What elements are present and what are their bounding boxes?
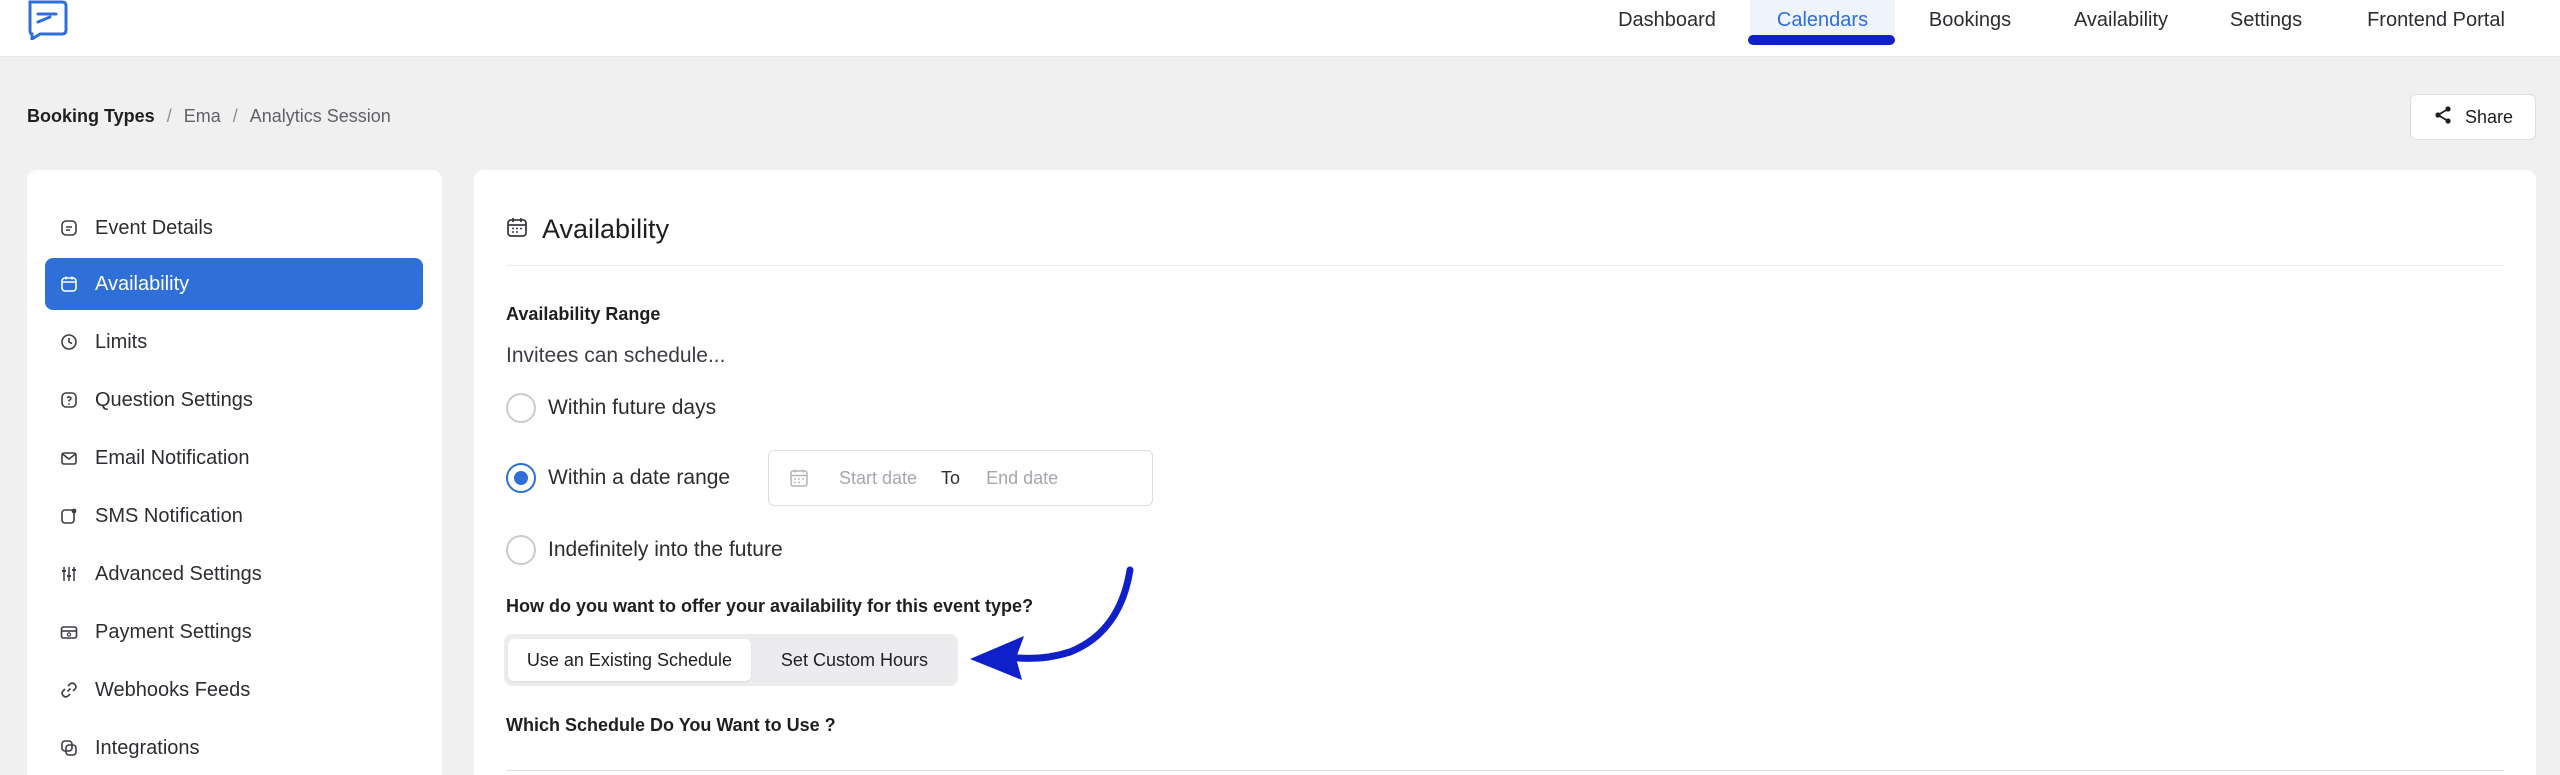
breadcrumb-separator: / (232, 106, 238, 126)
radio-within-future-days[interactable]: Within future days (506, 393, 716, 423)
calendar-icon (59, 274, 79, 294)
sidebar-item-label: Webhooks Feeds (95, 678, 251, 701)
sidebar-item-email-notification[interactable]: Email Notification (45, 432, 423, 484)
sidebar-item-label: Event Details (95, 216, 213, 239)
payment-icon (59, 622, 79, 642)
nav-frontend-portal[interactable]: Frontend Portal (2346, 0, 2526, 44)
radio-label: Within future days (548, 396, 717, 419)
breadcrumb-booking-types[interactable]: Booking Types (27, 106, 155, 127)
sidebar-item-advanced-settings[interactable]: Advanced Settings (45, 548, 423, 600)
calendar-icon (789, 468, 809, 488)
nav-settings[interactable]: Settings (2212, 0, 2320, 44)
breadcrumb-ema[interactable]: Ema (184, 106, 221, 127)
date-range-separator: To (941, 467, 961, 488)
share-label: Share (2464, 106, 2514, 127)
set-custom-hours-button[interactable]: Set Custom Hours (755, 639, 954, 681)
start-date-input[interactable]: Start date (839, 468, 917, 489)
radio-label: Indefinitely into the future (548, 538, 783, 561)
breadcrumb-separator: / (166, 106, 172, 126)
integrations-icon (59, 738, 79, 758)
breadcrumb-current: Analytics Session (249, 106, 391, 126)
settings-sidebar: Event Details Availability Limits Questi… (27, 170, 442, 775)
app-logo-icon[interactable] (26, 0, 68, 42)
schedule-type-toggle: Use an Existing Schedule Set Custom Hour… (504, 634, 958, 686)
sidebar-item-webhooks-feeds[interactable]: Webhooks Feeds (45, 664, 423, 716)
schedule-question-label: Which Schedule Do You Want to Use ? (506, 715, 836, 735)
sliders-icon (59, 564, 79, 584)
sidebar-item-label: Question Settings (95, 388, 253, 411)
sidebar-item-question-settings[interactable]: Question Settings (45, 374, 423, 426)
panel-title-text: Availability (542, 214, 670, 244)
date-range-picker[interactable]: Start date To End date (768, 450, 1153, 506)
sidebar-item-label: Advanced Settings (95, 562, 262, 585)
panel-title: Availability (506, 214, 669, 245)
share-icon (2433, 105, 2453, 130)
top-nav-bar: Dashboard Calendars Bookings Availabilit… (0, 0, 2560, 57)
calendar-icon (506, 214, 528, 245)
offer-question-label: How do you want to offer your availabili… (506, 596, 1034, 616)
share-button[interactable]: Share (2410, 94, 2536, 140)
sidebar-item-payment-settings[interactable]: Payment Settings (45, 606, 423, 658)
nav-availability[interactable]: Availability (2054, 0, 2188, 44)
nav-bookings[interactable]: Bookings (1912, 0, 2028, 44)
divider (506, 265, 2504, 266)
sidebar-item-label: SMS Notification (95, 504, 243, 527)
sidebar-item-label: Integrations (95, 736, 200, 759)
sidebar-item-limits[interactable]: Limits (45, 316, 423, 368)
annotation-underline (1748, 35, 1895, 45)
radio-within-date-range[interactable]: Within a date range (506, 463, 730, 493)
nav-dashboard[interactable]: Dashboard (1600, 0, 1734, 44)
event-icon (59, 218, 79, 238)
schedule-select-edge[interactable] (506, 770, 2504, 771)
annotation-arrow-icon (970, 566, 1134, 680)
sidebar-item-label: Limits (95, 330, 148, 353)
radio-label: Within a date range (548, 466, 731, 489)
sidebar-item-availability[interactable]: Availability (45, 258, 423, 310)
radio-button-selected[interactable] (506, 463, 536, 493)
sidebar-item-label: Payment Settings (95, 620, 252, 643)
sidebar-item-sms-notification[interactable]: SMS Notification (45, 490, 423, 542)
link-icon (59, 680, 79, 700)
sidebar-item-integrations[interactable]: Integrations (45, 722, 423, 774)
breadcrumb: Booking Types / Ema / Analytics Session (27, 106, 391, 127)
radio-indefinitely[interactable]: Indefinitely into the future (506, 535, 783, 565)
radio-button[interactable] (506, 393, 536, 423)
sidebar-item-label: Email Notification (95, 446, 250, 469)
sidebar-item-label: Availability (95, 272, 190, 295)
clock-icon (59, 332, 79, 352)
invitees-text: Invitees can schedule... (506, 344, 726, 367)
question-icon (59, 390, 79, 410)
end-date-input[interactable]: End date (986, 468, 1058, 489)
sms-icon (59, 506, 79, 526)
availability-panel: Availability Availability Range Invitees… (474, 170, 2536, 775)
mail-icon (59, 448, 79, 468)
radio-button[interactable] (506, 535, 536, 565)
use-existing-schedule-button[interactable]: Use an Existing Schedule (508, 639, 751, 681)
sidebar-item-event-details[interactable]: Event Details (45, 202, 423, 254)
availability-range-label: Availability Range (506, 304, 661, 324)
